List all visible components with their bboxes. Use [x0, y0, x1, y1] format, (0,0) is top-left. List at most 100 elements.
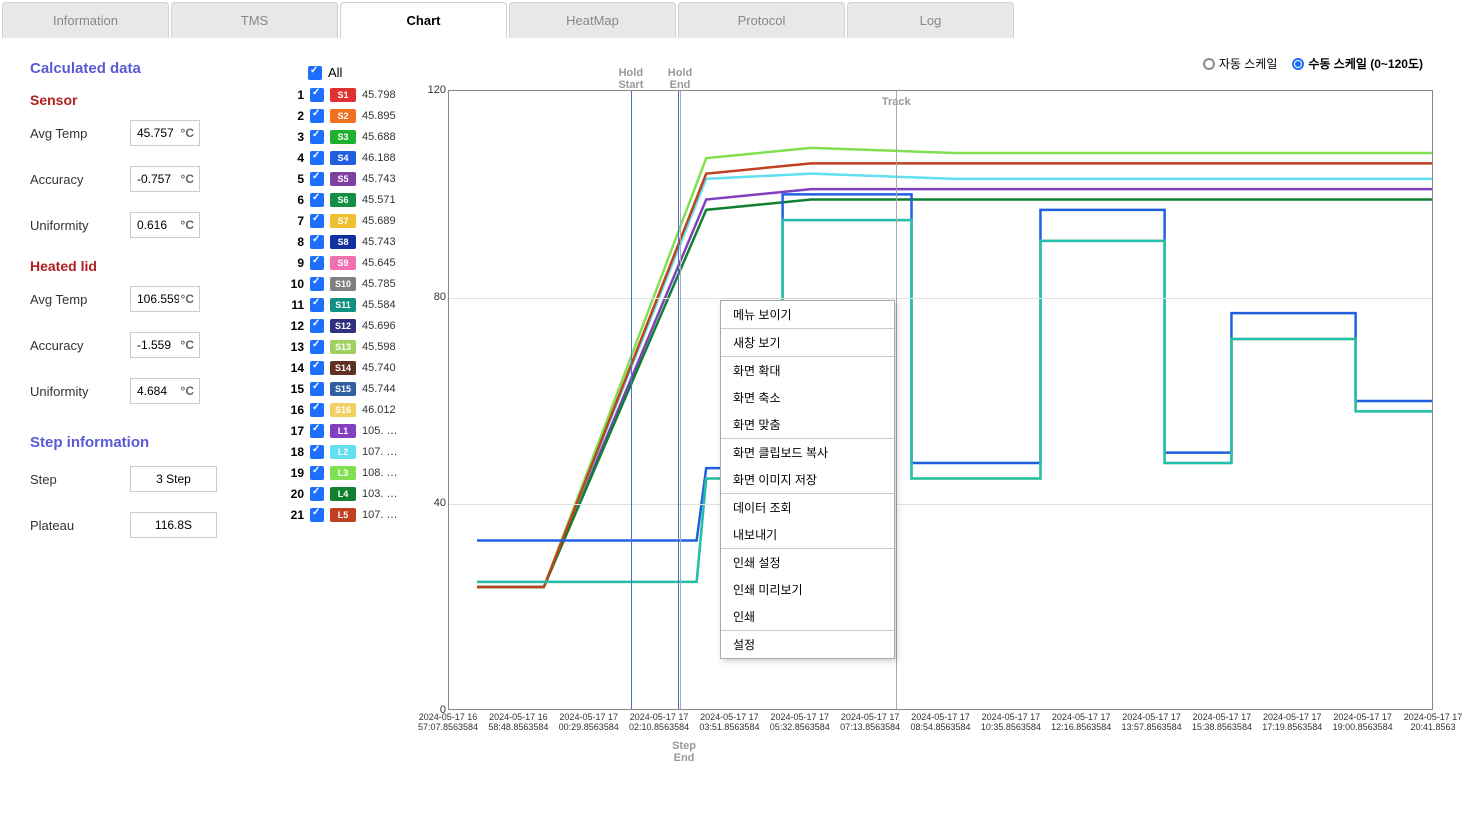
legend-tag: L2 — [330, 445, 356, 459]
legend-tag: S9 — [330, 256, 356, 270]
legend-checkbox[interactable] — [310, 256, 324, 270]
tab-log[interactable]: Log — [847, 2, 1014, 38]
legend-tag: S8 — [330, 235, 356, 249]
legend-tag: S7 — [330, 214, 356, 228]
ctx-item[interactable]: 화면 축소 — [721, 384, 894, 411]
ctx-item[interactable]: 화면 이미지 저장 — [721, 466, 894, 493]
legend-checkbox[interactable] — [310, 214, 324, 228]
legend-all-checkbox[interactable] — [308, 66, 322, 80]
legend-tag: S12 — [330, 319, 356, 333]
calculated-title: Calculated data — [30, 60, 290, 77]
legend-item-s12: 12S1245.696 — [290, 319, 420, 333]
legend-checkbox[interactable] — [310, 466, 324, 480]
legend-item-s2: 2S245.895 — [290, 109, 420, 123]
legend-tag: S5 — [330, 172, 356, 186]
tab-tms[interactable]: TMS — [171, 2, 338, 38]
legend-checkbox[interactable] — [310, 130, 324, 144]
legend-value: 46.188 — [362, 152, 396, 164]
legend-item-l3: 19L3108. … — [290, 466, 420, 480]
legend-item-s9: 9S945.645 — [290, 256, 420, 270]
legend-value: 45.785 — [362, 278, 396, 290]
legend-item-l4: 20L4103. … — [290, 487, 420, 501]
plateau-input[interactable] — [130, 512, 217, 538]
legend-tag: S15 — [330, 382, 356, 396]
legend-item-l2: 18L2107. … — [290, 445, 420, 459]
step-label: Step — [30, 472, 130, 487]
legend-checkbox[interactable] — [310, 445, 324, 459]
tab-protocol[interactable]: Protocol — [678, 2, 845, 38]
legend-item-s6: 6S645.571 — [290, 193, 420, 207]
ctx-item[interactable]: 화면 맞춤 — [721, 411, 894, 438]
legend-checkbox[interactable] — [310, 193, 324, 207]
legend-value: 108. … — [362, 467, 397, 479]
lid-acc-label: Accuracy — [30, 338, 130, 353]
legend-checkbox[interactable] — [310, 340, 324, 354]
ctx-item[interactable]: 내보내기 — [721, 521, 894, 548]
legend-checkbox[interactable] — [310, 487, 324, 501]
legend-checkbox[interactable] — [310, 403, 324, 417]
ctx-item[interactable]: 설정 — [721, 631, 894, 658]
tab-heatmap[interactable]: HeatMap — [509, 2, 676, 38]
legend-checkbox[interactable] — [310, 151, 324, 165]
ctx-item[interactable]: 새창 보기 — [721, 329, 894, 356]
legend-tag: S16 — [330, 403, 356, 417]
legend-checkbox[interactable] — [310, 235, 324, 249]
legend-item-l5: 21L5107. … — [290, 508, 420, 522]
left-panel: Calculated data Sensor Avg Temp°C Accura… — [30, 60, 290, 558]
legend-tag: S2 — [330, 109, 356, 123]
legend-item-s11: 11S1145.584 — [290, 298, 420, 312]
legend-checkbox[interactable] — [310, 88, 324, 102]
ctx-item[interactable]: 인쇄 설정 — [721, 549, 894, 576]
ctx-item[interactable]: 메뉴 보이기 — [721, 301, 894, 328]
ctx-item[interactable]: 인쇄 미리보기 — [721, 576, 894, 603]
legend-all-label: All — [328, 65, 342, 80]
lid-avg-label: Avg Temp — [30, 292, 130, 307]
legend-item-s8: 8S845.743 — [290, 235, 420, 249]
legend-value: 45.571 — [362, 194, 396, 206]
scale-auto-radio[interactable]: 자동 스케일 — [1203, 55, 1278, 72]
legend-checkbox[interactable] — [310, 508, 324, 522]
legend-checkbox[interactable] — [310, 109, 324, 123]
ctx-item[interactable]: 인쇄 — [721, 603, 894, 630]
legend-tag: S1 — [330, 88, 356, 102]
legend-tag: S3 — [330, 130, 356, 144]
chart-area: 자동 스케일 수동 스케일 (0~120도) 04080120 HoldStar… — [420, 60, 1433, 558]
legend-checkbox[interactable] — [310, 298, 324, 312]
legend-item-s4: 4S446.188 — [290, 151, 420, 165]
legend-checkbox[interactable] — [310, 277, 324, 291]
legend-item-s16: 16S1646.012 — [290, 403, 420, 417]
legend-value: 107. … — [362, 446, 397, 458]
legend-tag: S4 — [330, 151, 356, 165]
tab-chart[interactable]: Chart — [340, 2, 507, 38]
plot-grid[interactable]: HoldStartHoldEndTrack — [448, 90, 1433, 710]
legend-checkbox[interactable] — [310, 319, 324, 333]
legend-value: 45.743 — [362, 236, 396, 248]
context-menu: 메뉴 보이기새창 보기화면 확대화면 축소화면 맞춤화면 클립보드 복사화면 이… — [720, 300, 895, 659]
sensor-avg-label: Avg Temp — [30, 126, 130, 141]
sensor-uni-label: Uniformity — [30, 218, 130, 233]
legend-item-s5: 5S545.743 — [290, 172, 420, 186]
ctx-item[interactable]: 데이터 조회 — [721, 494, 894, 521]
legend-tag: L5 — [330, 508, 356, 522]
legend-tag: S11 — [330, 298, 356, 312]
legend-checkbox[interactable] — [310, 172, 324, 186]
legend-checkbox[interactable] — [310, 361, 324, 375]
ctx-item[interactable]: 화면 확대 — [721, 357, 894, 384]
legend-value: 103. … — [362, 488, 397, 500]
legend-checkbox[interactable] — [310, 382, 324, 396]
legend-value: 45.688 — [362, 131, 396, 143]
legend-value: 46.012 — [362, 404, 396, 416]
legend: All 1S145.7982S245.8953S345.6884S446.188… — [290, 60, 420, 558]
legend-value: 105. … — [362, 425, 397, 437]
step-info-title: Step information — [30, 434, 290, 451]
scale-manual-radio[interactable]: 수동 스케일 (0~120도) — [1292, 55, 1423, 72]
lid-uni-label: Uniformity — [30, 384, 130, 399]
ctx-item[interactable]: 화면 클립보드 복사 — [721, 439, 894, 466]
legend-value: 45.744 — [362, 383, 396, 395]
step-input[interactable] — [130, 466, 217, 492]
legend-item-s15: 15S1545.744 — [290, 382, 420, 396]
legend-value: 45.584 — [362, 299, 396, 311]
legend-checkbox[interactable] — [310, 424, 324, 438]
legend-item-s13: 13S1345.598 — [290, 340, 420, 354]
tab-information[interactable]: Information — [2, 2, 169, 38]
